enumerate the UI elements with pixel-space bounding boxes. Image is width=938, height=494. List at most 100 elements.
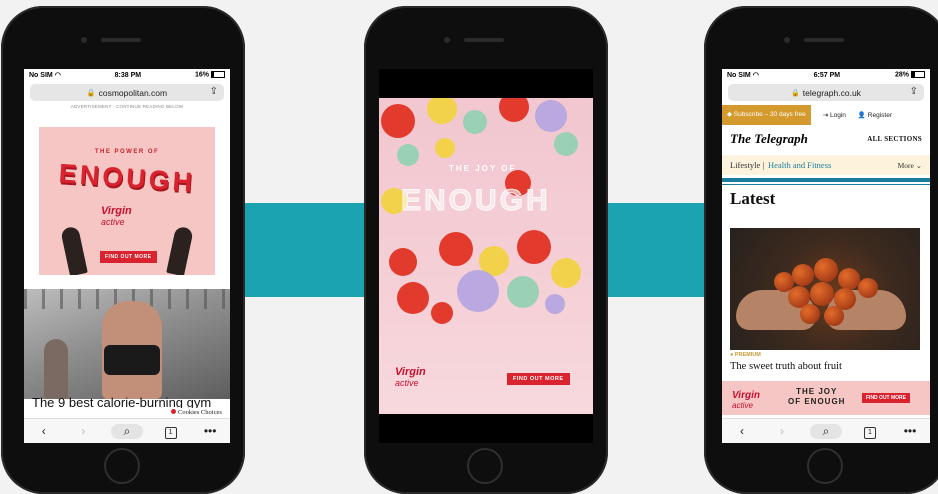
balloon: [381, 104, 415, 138]
battery-icon: [911, 71, 925, 79]
earpiece: [464, 38, 504, 42]
url-text: cosmopolitan.com: [98, 87, 168, 98]
address-bar[interactable]: 🔒 cosmopolitan.com ⇪: [30, 84, 224, 101]
tabs-button[interactable]: 1: [858, 423, 882, 439]
balloon: [439, 232, 473, 266]
carrier: No SIM ◠: [29, 72, 61, 79]
connector-band-left: [240, 203, 374, 297]
home-button[interactable]: [807, 448, 843, 484]
balloon: [551, 258, 581, 288]
masthead: The Telegraph ALL SECTIONS: [722, 125, 930, 149]
connector-band-right: [598, 203, 712, 297]
home-button[interactable]: [104, 448, 140, 484]
balloon: [397, 282, 429, 314]
palm-fruit: [814, 258, 838, 282]
register-link[interactable]: 👤 Register: [858, 111, 892, 119]
palm-fruit: [792, 264, 814, 286]
account-bar: ◆ Subscribe – 30 days free ⇥ Login 👤 Reg…: [722, 105, 930, 125]
battery-icon: [211, 71, 225, 79]
section-health-fitness[interactable]: Health and Fitness: [768, 160, 831, 170]
balloon: [463, 110, 487, 134]
ad-headline: ENOUGH: [57, 158, 197, 198]
login-link[interactable]: ⇥ Login: [823, 111, 846, 119]
clock: 6:57 PM: [813, 71, 841, 79]
browser-toolbar: ‹ › ⌕ 1 •••: [722, 418, 930, 443]
home-button[interactable]: [467, 448, 503, 484]
balloon: [554, 132, 578, 156]
share-icon[interactable]: ⇪: [910, 86, 918, 97]
balloon: [435, 138, 455, 158]
lock-icon: 🔒: [791, 89, 800, 97]
balloon: [431, 302, 453, 324]
all-sections-button[interactable]: ALL SECTIONS: [867, 135, 922, 143]
section-divider: |: [760, 160, 765, 170]
forward-icon[interactable]: ›: [770, 424, 794, 438]
section-rule: [722, 178, 930, 182]
article-headline[interactable]: The sweet truth about fruit: [730, 361, 842, 372]
virgin-active-logo: Virgin active: [395, 366, 426, 388]
screen: THE JOY OF ENOUGH Virgin active FIND OUT …: [379, 69, 593, 443]
url-text: telegraph.co.uk: [802, 87, 861, 98]
earpiece: [101, 38, 141, 42]
ad-tagline: THE POWER OF: [94, 149, 160, 155]
share-icon[interactable]: ⇪: [210, 86, 218, 97]
palm-fruit: [838, 268, 860, 290]
earpiece: [804, 38, 844, 42]
find-out-more-button[interactable]: FIND OUT MORE: [507, 373, 570, 385]
more-icon[interactable]: •••: [898, 424, 922, 438]
section-nav: Lifestyle | Health and Fitness More ⌄: [722, 155, 930, 175]
balloon: [397, 144, 419, 166]
balloon: [507, 276, 539, 308]
back-icon[interactable]: ‹: [32, 424, 56, 438]
cookie-dot-icon: [171, 409, 176, 414]
virgin-active-banner-ad[interactable]: Virgin active THE JOY OF ENOUGH FIND OUT M…: [722, 381, 930, 415]
search-icon[interactable]: ⌕: [110, 423, 143, 439]
status-bar: No SIM ◠ 6:57 PM 28%: [722, 69, 930, 81]
cookies-choices[interactable]: Cookies Choices: [168, 408, 225, 417]
article-photo[interactable]: [24, 289, 230, 399]
ad-headline: THE JOY OF ENOUGH: [788, 387, 846, 406]
battery: 16%: [195, 71, 225, 79]
phone-telegraph: No SIM ◠ 6:57 PM 28% 🔒 telegraph.co.uk ⇪…: [704, 6, 938, 494]
virgin-active-ad[interactable]: THE POWER OF ENOUGH Virgin active FIND OU…: [39, 127, 215, 275]
screen: No SIM ◠ 6:57 PM 28% 🔒 telegraph.co.uk ⇪…: [722, 69, 930, 443]
lock-icon: 🔒: [86, 89, 96, 97]
balloon: [499, 98, 529, 122]
background-figure: [44, 339, 68, 399]
tabs-button[interactable]: 1: [159, 423, 183, 439]
hand-left: [60, 225, 88, 275]
palm-fruit: [824, 306, 844, 326]
subscribe-button[interactable]: ◆ Subscribe – 30 days free: [722, 105, 811, 125]
sports-top: [104, 345, 160, 375]
find-out-more-button[interactable]: FIND OUT MORE: [862, 393, 910, 403]
virgin-active-logo: Virgin active: [732, 390, 760, 410]
more-dropdown[interactable]: More ⌄: [898, 161, 922, 170]
balloon: [535, 100, 567, 132]
section-lifestyle[interactable]: Lifestyle: [730, 160, 760, 170]
front-camera: [81, 37, 87, 43]
wifi-icon: ◠: [54, 72, 61, 79]
front-camera: [784, 37, 790, 43]
screen: No SIM ◠ 8:38 PM 16% 🔒 cosmopolitan.com …: [24, 69, 230, 443]
balloon: [457, 270, 499, 312]
phone-cosmopolitan: No SIM ◠ 8:38 PM 16% 🔒 cosmopolitan.com …: [1, 6, 245, 494]
virgin-active-interscroller-ad[interactable]: THE JOY OF ENOUGH Virgin active FIND OUT …: [379, 98, 593, 414]
ad-headline: ENOUGH: [401, 184, 551, 218]
address-bar[interactable]: 🔒 telegraph.co.uk ⇪: [728, 84, 924, 101]
palm-fruit: [858, 278, 878, 298]
clock: 8:38 PM: [114, 71, 142, 79]
article-photo[interactable]: [730, 228, 920, 350]
more-icon[interactable]: •••: [198, 424, 222, 438]
front-camera: [444, 37, 450, 43]
phone-fullscreen-ad: THE JOY OF ENOUGH Virgin active FIND OUT …: [364, 6, 608, 494]
find-out-more-button[interactable]: FIND OUT MORE: [100, 251, 157, 263]
search-icon[interactable]: ⌕: [810, 423, 842, 439]
balloon: [389, 248, 417, 276]
browser-toolbar: ‹ › ⌕ 1 •••: [24, 418, 230, 443]
hand-right: [166, 225, 194, 275]
battery: 28%: [895, 71, 925, 79]
telegraph-logo[interactable]: The Telegraph: [730, 131, 808, 147]
forward-icon[interactable]: ›: [71, 424, 95, 438]
back-icon[interactable]: ‹: [730, 424, 754, 438]
status-bar: No SIM ◠ 8:38 PM 16%: [24, 69, 230, 81]
